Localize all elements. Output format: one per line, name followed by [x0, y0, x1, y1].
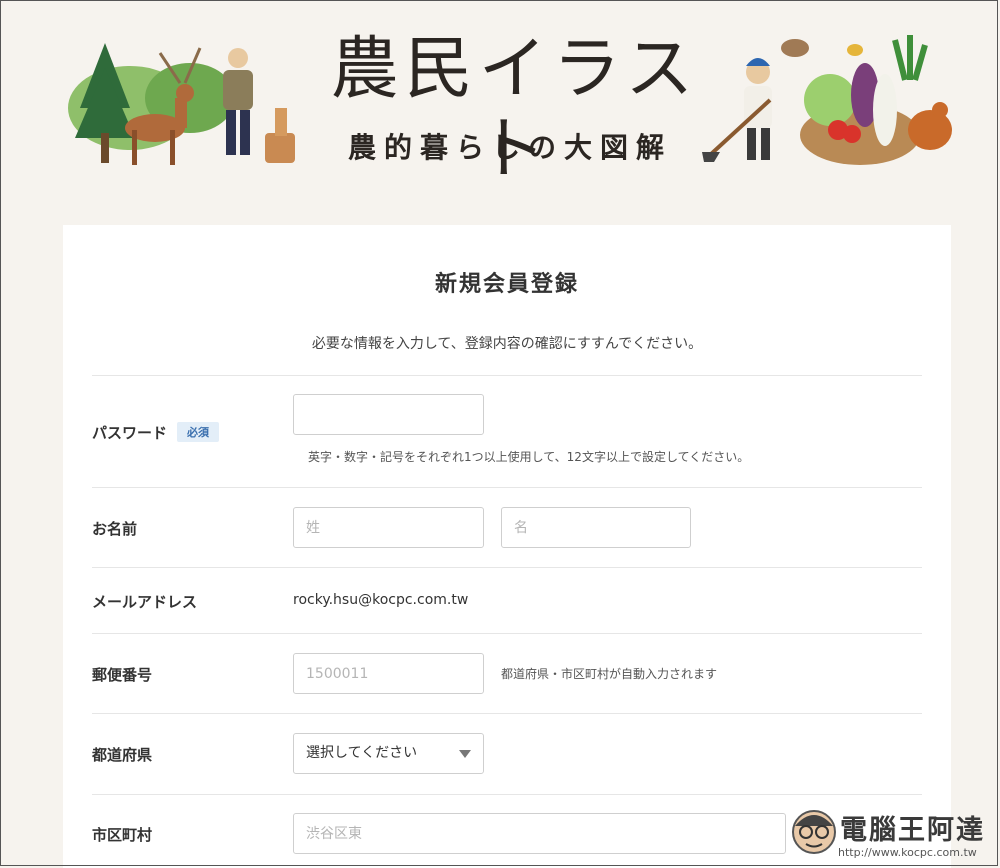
site-banner: 農民イラスト 農的暮らしの大図解: [0, 0, 1000, 225]
postal-code-input[interactable]: [293, 653, 484, 694]
watermark-brand: 電腦王阿達: [840, 815, 985, 846]
form-title: 新規会員登録: [434, 272, 579, 297]
city-input[interactable]: [293, 813, 786, 854]
city-label: 市区町村: [92, 826, 153, 844]
last-name-input[interactable]: [293, 507, 484, 548]
postal-hint: 都道府県・市区町村が自動入力されます: [501, 667, 718, 681]
watermark: 電腦王阿達 http://www.kocpc.com.tw: [790, 800, 990, 864]
divider: [92, 633, 922, 634]
password-hint: 英字・数字・記号をそれぞれ1つ以上使用して、12文字以上で設定してください。: [308, 450, 750, 464]
prefecture-selected: 選択してください: [306, 745, 418, 761]
divider: [92, 567, 922, 568]
first-name-input[interactable]: [501, 507, 691, 548]
email-label: メールアドレス: [92, 593, 198, 611]
divider: [92, 713, 922, 714]
form-intro: 必要な情報を入力して、登録内容の確認にすすんでください。: [311, 336, 703, 352]
farmer-vegetables-illustration: [702, 35, 952, 165]
divider: [92, 487, 922, 488]
forest-deer-woodcutter-illustration: [68, 43, 295, 165]
site-subtitle: 農的暮らしの大図解: [347, 131, 672, 164]
watermark-url: http://www.kocpc.com.tw: [838, 846, 977, 859]
chevron-down-icon: [459, 750, 471, 758]
prefecture-label: 都道府県: [92, 746, 153, 764]
postal-label: 郵便番号: [92, 666, 153, 684]
site-title: 農民イラスト: [330, 30, 700, 189]
password-input[interactable]: [293, 394, 484, 435]
divider: [92, 375, 922, 376]
email-value: rocky.hsu@kocpc.com.tw: [293, 592, 469, 608]
mascot-face-icon: [792, 810, 836, 854]
password-label: パスワード 必須: [92, 422, 220, 443]
prefecture-select[interactable]: 選択してください: [293, 733, 484, 774]
password-label-text: パスワード: [92, 424, 168, 442]
required-badge: 必須: [177, 422, 220, 442]
name-label: お名前: [92, 520, 138, 538]
divider: [92, 794, 922, 795]
